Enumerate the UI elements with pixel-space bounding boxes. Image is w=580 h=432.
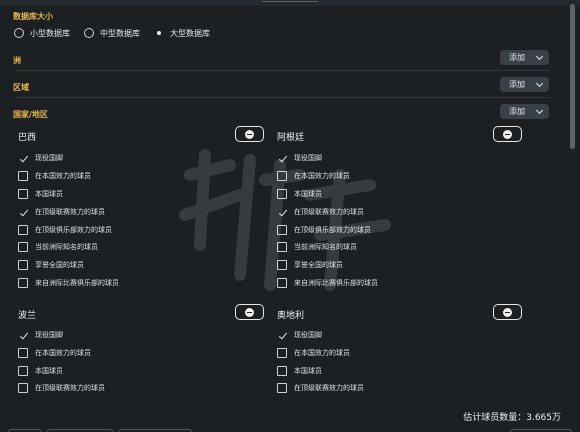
radio-medium-db[interactable]: 中型数据库 — [84, 28, 140, 39]
option-checkbox[interactable]: 本国球员 — [277, 365, 322, 376]
option-checkbox[interactable]: 来自洲际比赛俱乐部的球员 — [18, 277, 119, 288]
divider — [13, 70, 550, 71]
region-filter-title: 区域 — [13, 83, 29, 92]
scrollbar[interactable] — [570, 4, 575, 149]
option-checkbox[interactable]: 来自洲际比赛俱乐部的球员 — [277, 277, 378, 288]
option-checkbox[interactable]: 现役国脚 — [277, 329, 322, 340]
country-name: 巴西 — [18, 133, 37, 143]
remove-country-button[interactable] — [493, 304, 522, 320]
database-size-title: 数据库大小 — [13, 12, 53, 21]
chevron-down-icon — [535, 52, 544, 61]
option-checkbox[interactable]: 本国球员 — [277, 188, 322, 199]
radio-small-db[interactable]: 小型数据库 — [14, 28, 70, 39]
option-checkbox[interactable]: 当前洲际知名的球员 — [277, 241, 357, 252]
region-add-button[interactable]: 添加 — [500, 77, 549, 92]
country-filter-title: 国家/地区 — [13, 110, 48, 119]
option-checkbox[interactable]: 当前洲际知名的球员 — [18, 241, 98, 252]
option-checkbox[interactable]: 在本国效力的球员 — [18, 347, 91, 358]
option-checkbox[interactable]: 在顶级俱乐部效力的球员 — [18, 224, 112, 235]
option-checkbox[interactable]: 本国球员 — [18, 365, 63, 376]
radio-indicator — [84, 28, 94, 38]
minus-circle-icon — [503, 307, 512, 317]
radio-large-db[interactable]: 大型数据库 — [154, 28, 210, 39]
window-title-bar — [0, 0, 580, 6]
continent-filter-title: 洲 — [13, 56, 21, 65]
option-checkbox[interactable]: 本国球员 — [18, 188, 63, 199]
estimated-player-count: 估计球员数量：3.665万 — [463, 413, 561, 423]
remove-country-button[interactable] — [493, 126, 522, 142]
country-name: 波兰 — [18, 311, 37, 321]
divider — [13, 97, 550, 98]
minus-circle-icon — [245, 307, 254, 317]
option-checkbox[interactable]: 现役国脚 — [277, 152, 322, 163]
option-checkbox[interactable]: 在顶级联赛效力的球员 — [18, 382, 105, 393]
option-checkbox[interactable]: 在本国效力的球员 — [277, 170, 350, 181]
chevron-down-icon — [535, 79, 544, 88]
chevron-down-icon — [535, 106, 544, 115]
minus-circle-icon — [503, 129, 512, 139]
country-add-button[interactable]: 添加 — [500, 104, 549, 119]
option-checkbox[interactable]: 在顶级俱乐部效力的球员 — [277, 224, 371, 235]
option-checkbox[interactable]: 享誉全国的球员 — [277, 259, 343, 270]
minus-circle-icon — [245, 129, 254, 139]
option-checkbox[interactable]: 享誉全国的球员 — [18, 259, 84, 270]
remove-country-button[interactable] — [235, 126, 264, 142]
option-checkbox[interactable]: 在顶级联赛效力的球员 — [18, 206, 105, 217]
option-checkbox[interactable]: 现役国脚 — [18, 329, 63, 340]
option-checkbox[interactable]: 在本国效力的球员 — [18, 170, 91, 181]
radio-indicator — [14, 28, 24, 38]
option-checkbox[interactable]: 现役国脚 — [18, 152, 63, 163]
country-name: 阿根廷 — [277, 133, 305, 143]
option-checkbox[interactable]: 在顶级联赛效力的球员 — [277, 382, 364, 393]
continent-add-button[interactable]: 添加 — [500, 50, 549, 65]
bottom-toolbar — [0, 427, 580, 432]
database-size-options: 小型数据库 中型数据库 大型数据库 — [14, 27, 224, 39]
radio-indicator-selected — [154, 28, 164, 38]
country-name: 奥地利 — [277, 311, 305, 321]
option-checkbox[interactable]: 在顶级联赛效力的球员 — [277, 206, 364, 217]
option-checkbox[interactable]: 在本国效力的球员 — [277, 347, 350, 358]
remove-country-button[interactable] — [235, 304, 264, 320]
